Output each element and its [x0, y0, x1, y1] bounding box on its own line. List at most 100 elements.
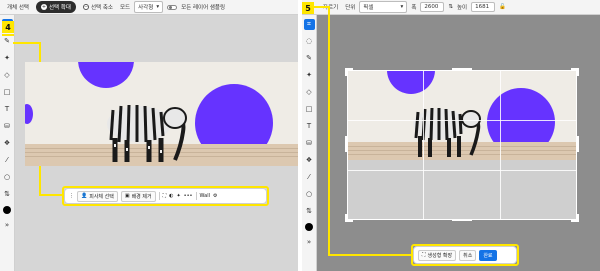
leader-line-h1	[314, 6, 328, 8]
chevron-down-icon: ▾	[156, 4, 160, 10]
callout-badge: 4	[2, 21, 14, 33]
mode-select[interactable]: 사각형 ▾	[134, 1, 164, 13]
left-screenshot: 개체 선택 +선택 확대 −선택 축소 모드 사각형▾ 모든 레이어 샘플링 ⬚…	[0, 0, 298, 271]
fill-icon[interactable]: ✦	[304, 70, 315, 81]
select-subject-label: 피사체 선택	[89, 193, 114, 200]
crop-handle-top[interactable]	[452, 68, 472, 70]
sample-all-layers-label: 모든 레이어 샘플링	[181, 5, 226, 11]
leader-line-h1	[13, 42, 41, 44]
circle-icon[interactable]: ○	[2, 172, 13, 183]
leader-line-h2	[328, 254, 412, 256]
type-icon[interactable]: T	[304, 121, 315, 132]
mode-value: 사각형	[138, 5, 154, 11]
effects-icon[interactable]: ❖	[304, 155, 315, 166]
height-input[interactable]: 1681	[471, 2, 496, 12]
generative-expand-button[interactable]: ⛶ 생성형 확장	[418, 249, 457, 261]
left-options-bar: 개체 선택 + 선택 확대 − 선택 축소 모드 사각형 ▾ 모든 레이어 샘플링	[0, 0, 298, 15]
crop-handle-bottom-left[interactable]	[345, 214, 353, 222]
mode-label: 모드	[120, 5, 131, 11]
rectangle-icon[interactable]: □	[2, 87, 13, 98]
unit-value: 픽셀	[363, 5, 374, 11]
crop-grid-line	[423, 70, 424, 220]
eyedropper-icon[interactable]: ⁄	[304, 172, 315, 183]
stamp-icon[interactable]: ⛁	[304, 138, 315, 149]
callout-number: 4	[5, 22, 11, 32]
crop-icon[interactable]: ⌗	[303, 19, 315, 30]
generative-expand-icon: ⛶	[422, 252, 426, 258]
deselect-button[interactable]: 개체 선택	[4, 1, 32, 13]
adjust-icon[interactable]: ◐	[169, 193, 173, 199]
effects-icon[interactable]: ❖	[2, 138, 13, 149]
contextual-taskbar: ⋮ 👤 피사체 선택 ▣ 배경 제거 ⛶ ◐ ✦ ••• Wall ⚙	[65, 189, 266, 203]
cancel-label: 취소	[463, 252, 473, 259]
circle-icon[interactable]: ○	[304, 189, 315, 200]
foreground-swatch[interactable]	[3, 206, 11, 214]
eyedropper-icon[interactable]: ⁄	[2, 155, 13, 166]
swap-icon[interactable]: ⇅	[304, 206, 315, 217]
canvas-image[interactable]	[25, 62, 298, 166]
generate-icon[interactable]: ⚙	[213, 193, 217, 199]
crop-handle-top-right[interactable]	[571, 68, 579, 76]
crop-frame[interactable]	[347, 70, 577, 220]
right-screenshot: 자르기 단위 픽셀 ▾ 폭 2600 ⇅ 높이 1681 🔓 ⌗ ◌ ✎ ✦ ◇ …	[302, 0, 600, 271]
separator	[195, 192, 197, 200]
crop-handle-left[interactable]	[345, 136, 347, 152]
plus-icon: +	[41, 4, 47, 10]
screen-root: 개체 선택 +선택 확대 −선택 축소 모드 사각형▾ 모든 레이어 샘플링 ⬚…	[0, 0, 600, 271]
separator	[158, 192, 160, 200]
shrink-selection-label: 선택 축소	[91, 5, 113, 11]
more-button[interactable]: •••	[184, 193, 193, 199]
type-icon[interactable]: T	[2, 104, 13, 115]
crop-grid-line	[347, 120, 577, 121]
wall-prompt-text[interactable]: Wall	[200, 193, 210, 199]
sample-all-layers-toggle[interactable]	[167, 4, 178, 10]
foreground-swatch[interactable]	[305, 223, 313, 231]
crop-handle-right[interactable]	[577, 136, 579, 152]
fill-icon[interactable]: ✦	[176, 193, 180, 199]
left-toolbar: ⬚ ✎ ✦ ◇ □ T ⛁ ❖ ⁄ ○ ⇅ »	[0, 15, 15, 271]
swap-dimensions-icon[interactable]: ⇅	[448, 4, 453, 10]
done-button[interactable]: 완료	[479, 249, 497, 261]
brush-icon[interactable]: ✎	[2, 36, 13, 47]
swap-icon[interactable]: ⇅	[2, 189, 13, 200]
lock-icon[interactable]: 🔓	[499, 4, 506, 10]
unit-select[interactable]: 픽셀 ▾	[359, 1, 408, 13]
minus-icon: −	[83, 4, 89, 10]
cancel-button[interactable]: 취소	[459, 249, 477, 261]
generative-expand-label: 생성형 확장	[427, 252, 453, 259]
expand-icon[interactable]: »	[2, 220, 13, 231]
shrink-selection-button[interactable]: − 선택 축소	[80, 1, 116, 13]
rectangle-icon[interactable]: □	[304, 104, 315, 115]
expand-icon[interactable]: »	[304, 237, 315, 248]
remove-background-label: 배경 제거	[131, 193, 152, 200]
purple-circle-edge	[25, 104, 33, 124]
width-label: 폭	[411, 5, 417, 11]
purple-circle-small	[78, 62, 134, 88]
brush-icon[interactable]: ✎	[304, 53, 315, 64]
callout-number: 5	[305, 3, 311, 13]
crop-handle-top-left[interactable]	[345, 68, 353, 76]
stamp-icon[interactable]: ⛁	[2, 121, 13, 132]
width-input[interactable]: 2600	[420, 2, 445, 12]
remove-background-button[interactable]: ▣ 배경 제거	[120, 190, 156, 202]
select-subject-button[interactable]: 👤 피사체 선택	[77, 190, 118, 202]
expand-selection-button[interactable]: + 선택 확대	[36, 1, 76, 13]
crop-handle-bottom[interactable]	[452, 219, 472, 221]
select-icon[interactable]: ◌	[304, 36, 315, 47]
right-toolbar: ⌗ ◌ ✎ ✦ ◇ □ T ⛁ ❖ ⁄ ○ ⇅ »	[302, 15, 317, 271]
height-label: 높이	[456, 5, 468, 11]
crop-grid-line	[347, 170, 577, 171]
drag-handle-icon[interactable]: ⋮	[69, 193, 74, 199]
eraser-icon[interactable]: ◇	[2, 70, 13, 81]
zebra-elephant-image	[107, 104, 187, 162]
chevron-down-icon: ▾	[400, 4, 404, 10]
crop-grid-line	[500, 70, 501, 220]
fill-icon[interactable]: ✦	[2, 53, 13, 64]
crop-handle-bottom-right[interactable]	[571, 214, 579, 222]
crop-actionbar: ⛶ 생성형 확장 취소 완료	[414, 247, 516, 263]
person-icon: 👤	[81, 193, 88, 199]
right-options-bar: 자르기 단위 픽셀 ▾ 폭 2600 ⇅ 높이 1681 🔓	[302, 0, 600, 15]
callout-underline	[2, 34, 14, 36]
mask-icon[interactable]: ⛶	[163, 193, 167, 199]
eraser-icon[interactable]: ◇	[304, 87, 315, 98]
